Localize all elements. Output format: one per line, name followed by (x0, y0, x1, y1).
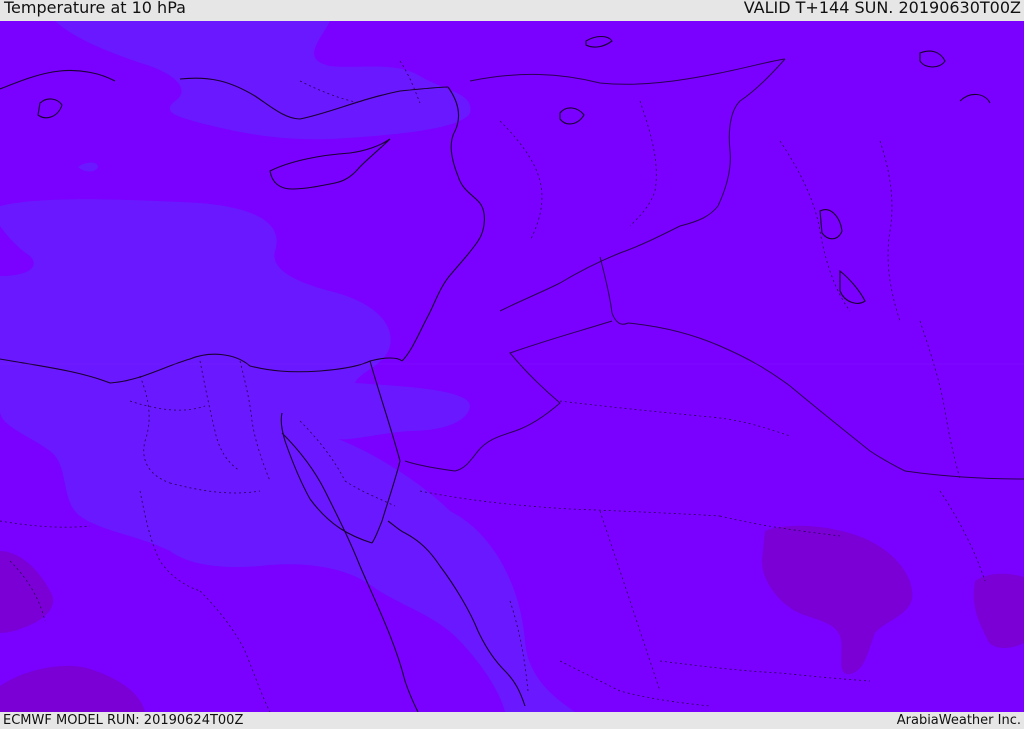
map-title: Temperature at 10 hPa (4, 0, 186, 17)
credit-label: ArabiaWeather Inc. (896, 713, 1021, 728)
model-run-label: ECMWF MODEL RUN: 20190624T00Z (3, 713, 244, 728)
map-canvas[interactable] (0, 21, 1024, 712)
valid-time: VALID T+144 SUN. 20190630T00Z (743, 0, 1021, 17)
map-frame: Temperature at 10 hPa VALID T+144 SUN. 2… (0, 0, 1024, 729)
footer-bar: ECMWF MODEL RUN: 20190624T00Z ArabiaWeat… (0, 712, 1024, 729)
header-bar: Temperature at 10 hPa VALID T+144 SUN. 2… (0, 0, 1024, 21)
map-svg (0, 21, 1024, 712)
